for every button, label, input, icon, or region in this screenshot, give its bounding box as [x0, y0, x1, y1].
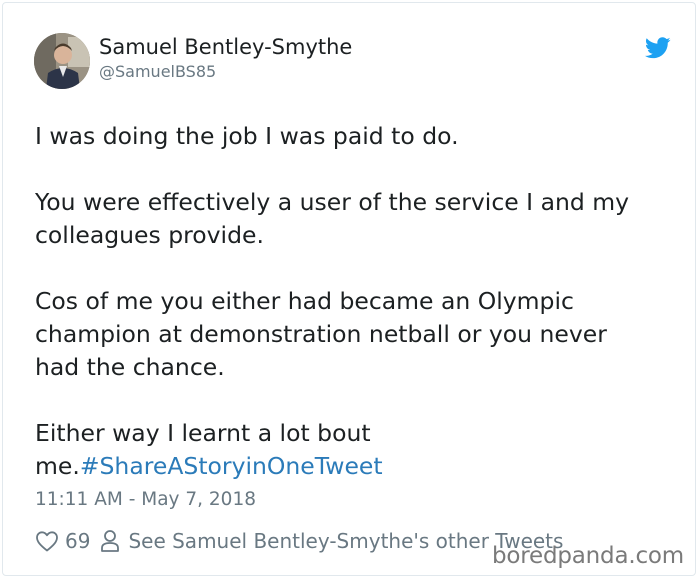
avatar-photo — [34, 33, 90, 89]
tweet-body: I was doing the job I was paid to do. Yo… — [35, 120, 675, 483]
watermark: boredpanda.com — [492, 543, 684, 569]
tweet-line: colleagues provide. — [35, 221, 264, 249]
heart-icon — [36, 531, 58, 552]
tweet-line: I was doing the job I was paid to do. — [35, 122, 459, 150]
tweet-paragraph: You were effectively a user of the servi… — [35, 186, 675, 252]
like-count: 69 — [65, 529, 91, 553]
tweet-line: Either way I learnt a lot bout — [35, 419, 371, 447]
tweet-actions: 69 See Samuel Bentley-Smythe's other Twe… — [35, 526, 563, 556]
twitter-bird-icon[interactable] — [645, 37, 671, 59]
tweet-line: Cos of me you either had became an Olymp… — [35, 287, 574, 315]
tweet-line: me. — [35, 452, 80, 480]
person-icon — [101, 530, 120, 552]
tweet-timestamp[interactable]: 11:11 AM - May 7, 2018 — [35, 489, 256, 510]
tweet-paragraph: Cos of me you either had became an Olymp… — [35, 285, 675, 384]
tweet-paragraph: Either way I learnt a lot bout me.#Share… — [35, 417, 675, 483]
author-name[interactable]: Samuel Bentley-Smythe — [99, 35, 352, 59]
author-handle[interactable]: @SamuelBS85 — [99, 62, 216, 81]
tweet-line: had the chance. — [35, 353, 225, 381]
avatar[interactable] — [34, 33, 90, 89]
tweet-card: Samuel Bentley-Smythe @SamuelBS85 I was … — [2, 2, 696, 576]
tweet-line: You were effectively a user of the servi… — [35, 188, 630, 216]
hashtag-link[interactable]: #ShareAStoryinOneTweet — [80, 452, 383, 480]
like-button[interactable]: 69 — [35, 529, 90, 553]
tweet-line: champion at demonstration netball or you… — [35, 320, 607, 348]
tweet-paragraph: I was doing the job I was paid to do. — [35, 120, 675, 153]
